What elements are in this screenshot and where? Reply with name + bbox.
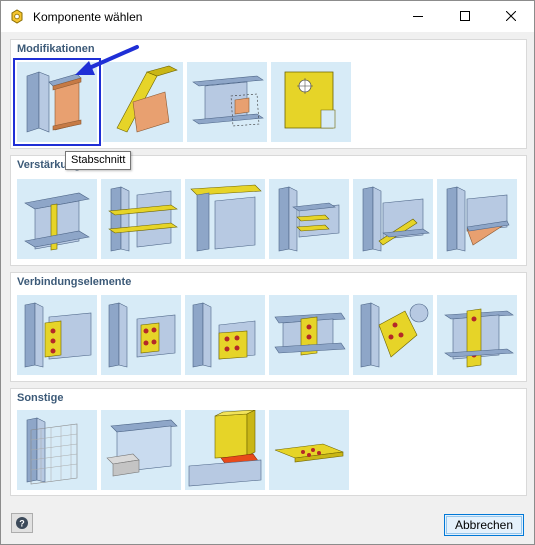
pointer-arrow-icon — [75, 45, 139, 75]
close-icon — [506, 11, 516, 21]
component-flange-plates[interactable] — [101, 179, 181, 259]
help-button[interactable]: ? — [11, 513, 33, 533]
component-mesh-plate[interactable] — [17, 410, 97, 490]
component-dialog: Komponente wählen Modifikationen Verstär… — [0, 0, 535, 545]
help-icon: ? — [16, 517, 28, 529]
cancel-button[interactable]: Abbrechen — [444, 514, 524, 536]
component-plate-with-bolt[interactable] — [271, 62, 351, 142]
minimize-icon — [413, 16, 423, 17]
tooltip-text: Stabschnitt — [71, 154, 126, 166]
component-gusset-plate[interactable] — [353, 295, 433, 375]
component-base-plate[interactable] — [437, 295, 517, 375]
tooltip: Stabschnitt — [65, 151, 132, 170]
component-fin-plate[interactable] — [17, 295, 97, 375]
app-icon — [9, 8, 25, 25]
component-diagonal-stiffener[interactable] — [353, 179, 433, 259]
component-web-stiffener[interactable] — [17, 179, 97, 259]
close-button[interactable] — [488, 1, 534, 32]
component-member-end-cut[interactable] — [187, 62, 267, 142]
component-bolt-plate[interactable] — [269, 410, 349, 490]
component-splice-plate[interactable] — [269, 295, 349, 375]
component-weld-block[interactable] — [185, 410, 265, 490]
title-bar[interactable]: Komponente wählen — [1, 1, 534, 32]
maximize-button[interactable] — [442, 1, 488, 32]
svg-text:?: ? — [19, 519, 25, 529]
minimize-button[interactable] — [395, 1, 441, 32]
component-cap-plate[interactable] — [185, 179, 265, 259]
component-column-stiffeners[interactable] — [269, 179, 349, 259]
section-title: Verbindungselemente — [17, 276, 132, 288]
component-concrete-block[interactable] — [101, 410, 181, 490]
maximize-icon — [460, 11, 470, 21]
section-title: Sonstige — [17, 392, 64, 404]
section-verbindungselemente: Verbindungselemente — [10, 272, 527, 382]
component-angle-cleat[interactable] — [185, 295, 265, 375]
window-title: Komponente wählen — [33, 10, 143, 24]
section-sonstige: Sonstige — [10, 388, 527, 496]
component-end-plate[interactable] — [101, 295, 181, 375]
section-verstaerkungen: Verstärkungen — [10, 155, 527, 266]
component-haunch[interactable] — [437, 179, 517, 259]
